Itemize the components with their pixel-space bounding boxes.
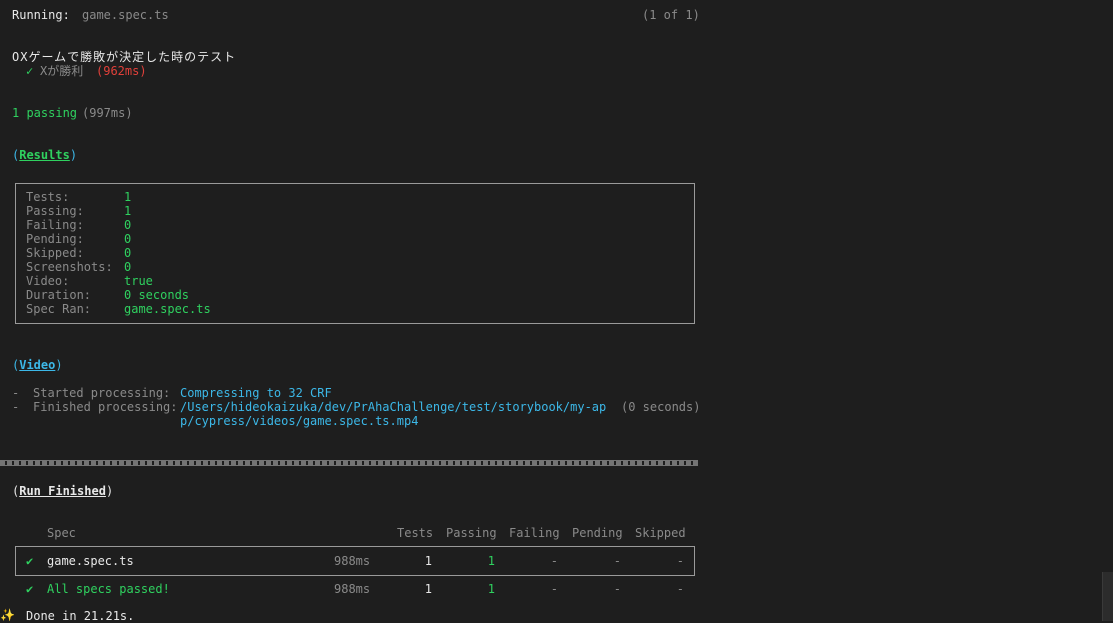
video-path-line1[interactable]: /Users/hideokaizuka/dev/PrAhaChallenge/t… <box>180 400 606 414</box>
total-failing: - <box>550 582 558 596</box>
results-heading: (Results) <box>12 148 78 162</box>
spec-name: game.spec.ts <box>47 554 134 568</box>
total-label: All specs passed! <box>47 582 170 596</box>
results-row-label: Tests: <box>26 190 70 204</box>
col-failing: Failing <box>509 526 560 540</box>
check-icon: ✔ <box>26 554 34 568</box>
run-counter: (1 of 1) <box>642 8 700 22</box>
col-pending: Pending <box>572 526 623 540</box>
results-row-label: Video: <box>26 274 70 288</box>
results-row-value: 0 <box>124 246 132 260</box>
results-row-value: 0 <box>124 218 132 232</box>
results-row-value: 0 <box>124 260 132 274</box>
passing-summary: 1 passing <box>12 106 78 120</box>
finished-label: Finished processing: <box>33 400 178 414</box>
results-row-value: true <box>124 274 153 288</box>
running-label: Running: <box>12 8 70 22</box>
test-check-icon: ✓ <box>26 64 34 78</box>
test-name: Xが勝利 <box>40 64 84 78</box>
results-row-label: Spec Ran: <box>26 302 92 316</box>
total-passing: 1 <box>487 582 495 596</box>
spec-passing: 1 <box>487 554 495 568</box>
finished-time: (0 seconds) <box>621 400 701 414</box>
started-value: Compressing to 32 CRF <box>180 386 332 400</box>
scrollbar-thumb[interactable] <box>1102 572 1113 621</box>
sparkle-icon: ✨ <box>0 608 15 622</box>
results-row-label: Pending: <box>26 232 84 246</box>
results-row-label: Skipped: <box>26 246 84 260</box>
video-path-line2[interactable]: p/cypress/videos/game.spec.ts.mp4 <box>180 414 418 428</box>
results-row-label: Failing: <box>26 218 84 232</box>
running-file: game.spec.ts <box>82 8 169 22</box>
col-tests: Tests <box>397 526 434 540</box>
spec-time: 988ms <box>334 554 371 568</box>
finished-dash: - <box>12 400 20 414</box>
results-row-label: Passing: <box>26 204 84 218</box>
total-tests: 1 <box>424 582 432 596</box>
results-row-label: Duration: <box>26 288 92 302</box>
spec-failing: - <box>550 554 558 568</box>
col-skipped: Skipped <box>635 526 686 540</box>
total-pending: - <box>613 582 621 596</box>
results-row-value: game.spec.ts <box>124 302 211 316</box>
video-heading: (Video) <box>12 358 63 372</box>
test-time: (962ms) <box>96 64 147 78</box>
results-box <box>15 183 695 324</box>
results-row-value: 1 <box>124 204 132 218</box>
total-time: 988ms <box>334 582 371 596</box>
passing-time: (997ms) <box>82 106 133 120</box>
spec-tests: 1 <box>424 554 432 568</box>
results-row-value: 1 <box>124 190 132 204</box>
run-finished-heading: (Run Finished) <box>12 484 114 498</box>
results-row-label: Screenshots: <box>26 260 113 274</box>
col-passing: Passing <box>446 526 497 540</box>
separator-line <box>0 460 698 466</box>
results-row-value: 0 <box>124 232 132 246</box>
check-icon: ✔ <box>26 582 34 596</box>
spec-skipped: - <box>676 554 684 568</box>
results-row-value: 0 seconds <box>124 288 190 302</box>
suite-title: OXゲームで勝敗が決定した時のテスト <box>12 50 237 64</box>
col-spec: Spec <box>47 526 76 540</box>
started-dash: - <box>12 386 20 400</box>
spec-pending: - <box>613 554 621 568</box>
started-label: Started processing: <box>33 386 171 400</box>
total-skipped: - <box>676 582 684 596</box>
